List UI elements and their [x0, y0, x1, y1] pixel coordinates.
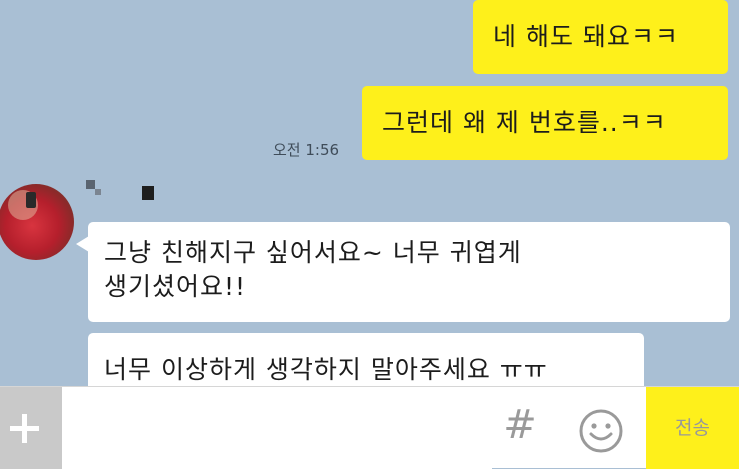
message-timestamp: 오전 1:56 — [273, 141, 340, 159]
avatar-phone — [26, 192, 36, 208]
outgoing-message-bubble[interactable]: 그런데 왜 제 번호를..ㅋㅋ — [362, 86, 728, 160]
hash-icon[interactable]: # — [500, 403, 540, 447]
avatar[interactable] — [0, 184, 74, 260]
message-text: 너무 이상하게 생각하지 말아주세요 ㅠㅠ — [104, 355, 548, 384]
attach-plus-button[interactable] — [0, 387, 62, 469]
message-text-line: 생기셨어요!! — [104, 272, 247, 301]
message-text: 네 해도 돼요ㅋㅋ — [493, 22, 679, 51]
outgoing-message-bubble[interactable]: 네 해도 돼요ㅋㅋ — [473, 0, 728, 74]
input-bar: # 전송 — [0, 386, 739, 469]
incoming-message-bubble[interactable]: 그냥 친해지구 싶어서요~ 너무 귀엽게 생기셨어요!! — [76, 222, 730, 322]
message-input[interactable] — [62, 387, 492, 469]
send-button[interactable]: 전송 — [646, 387, 739, 469]
incoming-message-bubble[interactable]: 너무 이상하게 생각하지 말아주세요 ㅠㅠ — [88, 333, 644, 386]
sender-name-blurred — [86, 176, 166, 204]
message-text: 그런데 왜 제 번호를..ㅋㅋ — [382, 108, 667, 137]
message-text-line: 그냥 친해지구 싶어서요~ 너무 귀엽게 — [104, 238, 522, 267]
smiley-icon[interactable] — [578, 408, 624, 454]
chat-area: 네 해도 돼요ㅋㅋ 그런데 왜 제 번호를..ㅋㅋ 오전 1:56 그냥 친해지… — [0, 0, 739, 386]
